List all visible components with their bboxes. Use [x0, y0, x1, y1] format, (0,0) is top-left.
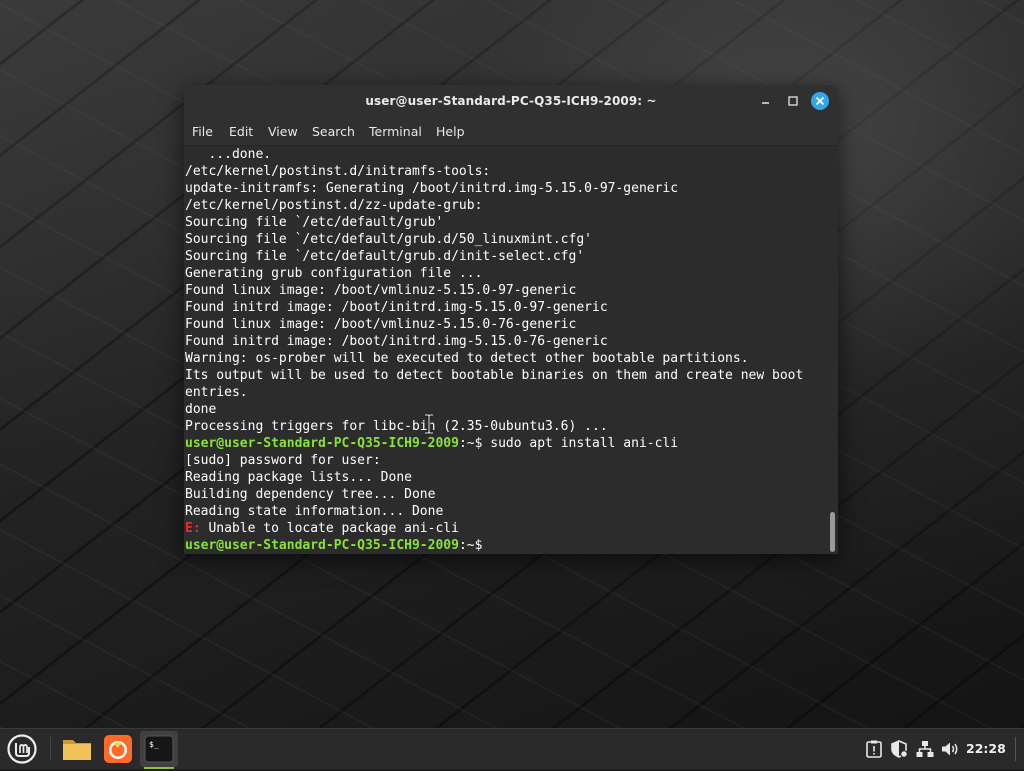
menu-search[interactable]: Search: [312, 124, 355, 139]
terminal-line: Its output will be used to detect bootab…: [185, 368, 804, 383]
firefox-launcher[interactable]: [100, 731, 136, 767]
update-manager-icon[interactable]: [864, 739, 884, 759]
menu-view[interactable]: View: [268, 124, 298, 139]
terminal-output[interactable]: ...done. /etc/kernel/postinst.d/initramf…: [184, 146, 838, 554]
terminal-line: [sudo] password for user:: [185, 453, 381, 468]
final-prompt-line[interactable]: user@user-Standard-PC-Q35-ICH9-2009:~$: [185, 537, 803, 554]
terminal-line: Generating grub configuration file ...: [185, 266, 483, 281]
bottom-panel: $_ 22:28: [0, 728, 1024, 769]
terminal-window[interactable]: user@user-Standard-PC-Q35-ICH9-2009: ~ F…: [184, 85, 838, 554]
files-launcher[interactable]: [58, 731, 96, 767]
menu-edit[interactable]: Edit: [229, 124, 253, 139]
active-indicator: [144, 767, 174, 769]
volume-icon[interactable]: [940, 739, 960, 759]
menu-terminal[interactable]: Terminal: [369, 124, 422, 139]
prompt-user: user@user-Standard-PC-Q35-ICH9-2009: [185, 436, 459, 451]
maximize-icon: [788, 96, 798, 106]
terminal-line: Sourcing file `/etc/default/grub.d/50_li…: [185, 232, 592, 247]
clock[interactable]: 22:28: [966, 741, 1006, 756]
terminal-line: Building dependency tree... Done: [185, 487, 436, 502]
terminal-line: Sourcing file `/etc/default/grub.d/init-…: [185, 249, 585, 264]
terminal-line: Found linux image: /boot/vmlinuz-5.15.0-…: [185, 317, 577, 332]
error-line: E: Unable to locate package ani-cli: [185, 520, 803, 537]
terminal-line: Found initrd image: /boot/initrd.img-5.1…: [185, 334, 608, 349]
minimize-button[interactable]: [757, 92, 775, 110]
terminal-icon: $_: [144, 735, 174, 763]
window-titlebar[interactable]: user@user-Standard-PC-Q35-ICH9-2009: ~: [184, 85, 838, 117]
prompt-user: user@user-Standard-PC-Q35-ICH9-2009: [185, 538, 459, 553]
terminal-line: ...done.: [185, 147, 272, 162]
prompt-path: :~$: [458, 538, 483, 553]
mint-menu-icon: [7, 734, 37, 764]
terminal-line: Processing triggers for libc-bin (2.35-0…: [185, 419, 608, 434]
svg-text:$_: $_: [149, 740, 159, 749]
text-cursor-icon: [425, 414, 433, 434]
terminal-line: Sourcing file `/etc/default/grub': [185, 215, 444, 230]
menu-help[interactable]: Help: [436, 124, 465, 139]
terminal-line: /etc/kernel/postinst.d/initramfs-tools:: [185, 164, 491, 179]
error-message: Unable to locate package ani-cli: [200, 521, 459, 536]
menu-file[interactable]: File: [192, 124, 213, 139]
error-prefix: E:: [185, 521, 201, 536]
shield-icon[interactable]: [889, 739, 909, 759]
show-desktop-button[interactable]: [1015, 737, 1016, 761]
terminal-line: /etc/kernel/postinst.d/zz-update-grub:: [185, 198, 483, 213]
menubar: File Edit View Search Terminal Help: [184, 117, 838, 146]
menu-button[interactable]: [4, 731, 40, 767]
scrollbar-thumb[interactable]: [830, 512, 835, 552]
terminal-line: done: [185, 402, 217, 417]
terminal-line: Reading state information... Done: [185, 504, 444, 519]
terminal-line: Found linux image: /boot/vmlinuz-5.15.0-…: [185, 283, 577, 298]
files-folder-icon: [63, 740, 91, 760]
terminal-line: update-initramfs: Generating /boot/initr…: [185, 181, 679, 196]
panel-separator: [50, 737, 51, 761]
prompt-path: :~$: [458, 436, 483, 451]
network-icon[interactable]: [915, 739, 935, 759]
maximize-button[interactable]: [784, 92, 802, 110]
terminal-line: Found initrd image: /boot/initrd.img-5.1…: [185, 300, 608, 315]
firefox-icon: [104, 735, 132, 763]
command-line: user@user-Standard-PC-Q35-ICH9-2009:~$ s…: [185, 435, 803, 452]
terminal-line: Reading package lists... Done: [185, 470, 412, 485]
close-button[interactable]: [811, 92, 829, 110]
command-text: sudo apt install ani-cli: [482, 436, 679, 451]
terminal-line: entries.: [185, 385, 248, 400]
close-icon: [815, 96, 825, 106]
window-title: user@user-Standard-PC-Q35-ICH9-2009: ~: [365, 94, 657, 108]
minimize-icon: [762, 102, 769, 104]
terminal-line: Warning: os-prober will be executed to d…: [185, 351, 749, 366]
terminal-launcher[interactable]: $_: [140, 731, 178, 769]
